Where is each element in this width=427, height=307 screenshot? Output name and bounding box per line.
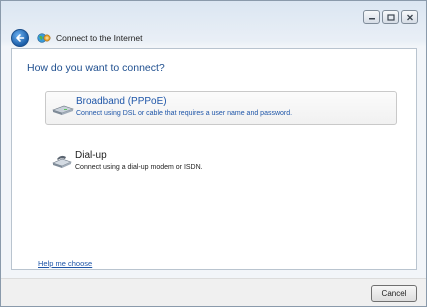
broadband-modem-icon — [52, 105, 74, 115]
back-arrow-icon — [16, 34, 25, 42]
option-dialup[interactable]: Dial-up Connect using a dial-up modem or… — [45, 146, 397, 180]
close-button[interactable] — [401, 10, 418, 24]
close-icon — [406, 14, 413, 20]
minimize-button[interactable] — [363, 10, 380, 24]
wizard-window: Connect to the Internet How do you want … — [0, 0, 427, 307]
wizard-title: Connect to the Internet — [56, 33, 143, 43]
maximize-button[interactable] — [382, 10, 399, 24]
option-dialup-description: Connect using a dial-up modem or ISDN. — [75, 164, 203, 171]
window-controls — [363, 10, 418, 24]
maximize-icon — [386, 13, 395, 21]
cancel-button[interactable]: Cancel — [371, 285, 417, 302]
option-broadband-description: Connect using DSL or cable that requires… — [76, 110, 293, 117]
back-button[interactable] — [11, 29, 29, 47]
footer-bar: Cancel — [1, 278, 426, 306]
help-me-choose-link[interactable]: Help me choose — [38, 259, 92, 268]
minimize-icon — [368, 18, 375, 20]
title-bar[interactable]: Connect to the Internet — [1, 1, 426, 47]
dialup-modem-icon — [52, 155, 72, 168]
option-dialup-title: Dial-up — [75, 150, 107, 161]
network-globe-icon — [37, 33, 51, 43]
page-question: How do you want to connect? — [27, 62, 165, 74]
option-broadband-title: Broadband (PPPoE) — [76, 96, 167, 107]
option-broadband[interactable]: Broadband (PPPoE) Connect using DSL or c… — [45, 91, 397, 125]
